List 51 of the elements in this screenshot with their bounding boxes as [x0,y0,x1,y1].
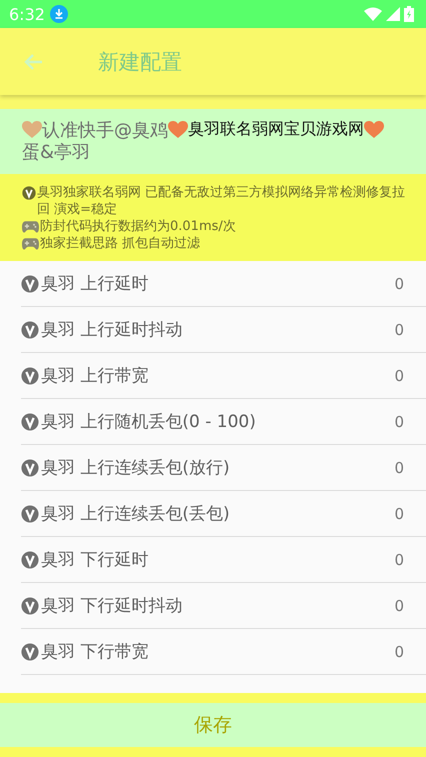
v-badge-icon [21,550,39,568]
setting-value: 0 [394,550,404,568]
banner-text: 臭羽联名弱网宝贝游戏网 [188,119,364,140]
setting-row[interactable]: 臭羽 下行带宽 0 [21,629,426,674]
v-badge-icon [21,274,39,292]
setting-row[interactable]: 臭羽 上行带宽 0 [21,353,426,398]
setting-value: 0 [394,596,404,614]
setting-label: 臭羽 上行延时 [41,273,150,295]
setting-row[interactable]: 臭羽 上行延时 0 [21,261,426,306]
setting-value: 0 [394,504,404,522]
wifi-icon [364,7,382,21]
setting-row[interactable]: 臭羽 下行延时抖动 0 [21,583,426,628]
gamepad-icon [22,237,39,250]
setting-label: 臭羽 上行连续丢包(放行) [41,457,231,479]
setting-label: 臭羽 下行延时 [41,549,150,571]
setting-value: 0 [394,320,404,338]
banner-text: 蛋&亭羽 [22,142,92,164]
setting-value: 0 [394,642,404,660]
status-time: 6:32 [9,4,45,24]
v-badge-icon [21,642,39,660]
setting-row[interactable]: 臭羽 上行延时抖动 0 [21,307,426,352]
info-text: 独家拦截思路 抓包自动过滤 [40,235,200,252]
setting-row[interactable]: 臭羽 下行延时 0 [21,537,426,582]
info-text: 防封代码执行数据约为0.01ms/次 [40,218,236,235]
v-badge-icon [21,320,39,338]
setting-row[interactable]: 臭羽 上行随机丢包(0 - 100) 0 [21,399,426,444]
v-badge-icon [21,412,39,430]
info-text: 臭羽独家联名弱网 已配备无敌过第三方模拟网络异常检测修复拉回 演戏=稳定 [37,184,406,218]
setting-label: 臭羽 上行连续丢包(丢包) [41,503,231,525]
setting-value: 0 [394,458,404,476]
setting-label: 臭羽 上行随机丢包(0 - 100) [41,411,257,433]
setting-label: 臭羽 下行延时抖动 [41,595,184,617]
signal-icon [386,7,400,21]
setting-label: 臭羽 上行延时抖动 [41,319,184,341]
v-badge-icon [21,366,39,384]
v-badge-icon [21,596,39,614]
setting-row[interactable]: 臭羽 上行连续丢包(放行) 0 [21,445,426,490]
v-badge-icon [21,504,39,522]
setting-value: 0 [394,274,404,292]
setting-row[interactable]: 臭羽 上行连续丢包(丢包) 0 [21,491,426,536]
gamepad-icon [22,220,39,233]
battery-icon [404,6,414,22]
v-badge-icon [21,458,39,476]
setting-label: 臭羽 上行带宽 [41,365,150,387]
screen-title: 新建配置 [98,48,182,76]
setting-value: 0 [394,412,404,430]
setting-label: 臭羽 下行带宽 [41,641,150,663]
banner-text: 认准快手@臭鸡 [42,118,168,142]
v-badge-icon [22,186,36,200]
setting-value: 0 [394,366,404,384]
download-icon [50,5,68,23]
